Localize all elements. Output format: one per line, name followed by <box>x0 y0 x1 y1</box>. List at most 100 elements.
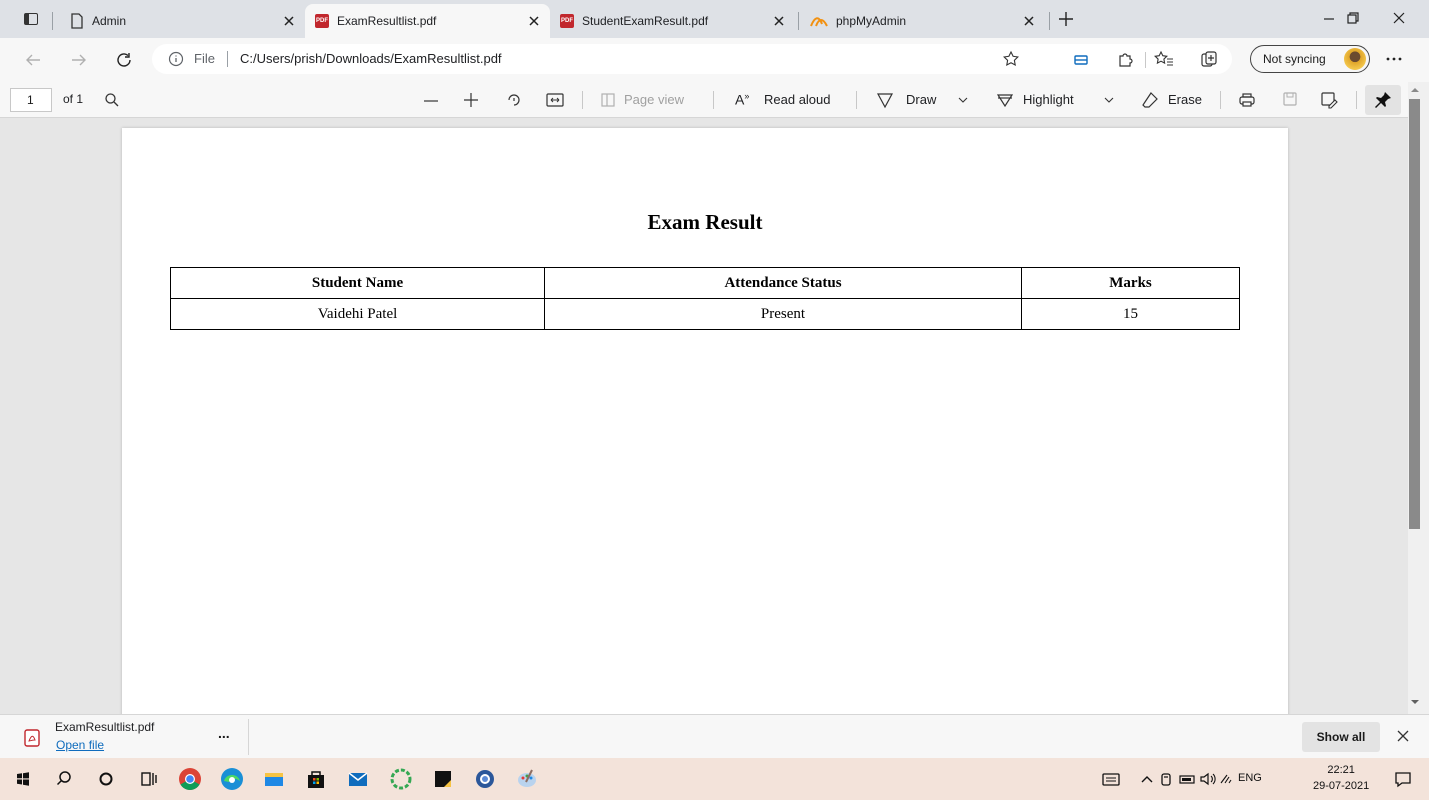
read-aloud-button[interactable]: Read aloud <box>764 92 831 107</box>
table-row: Vaidehi Patel Present 15 <box>170 298 1240 330</box>
close-icon[interactable] <box>771 13 787 29</box>
avatar <box>1344 48 1366 70</box>
zoom-in-icon[interactable] <box>463 92 479 108</box>
page-view-icon <box>601 93 615 107</box>
tab-studentexamresult[interactable]: PDF StudentExamResult.pdf <box>550 4 795 38</box>
pin-toolbar-button[interactable] <box>1365 85 1401 115</box>
windows-start-icon[interactable] <box>10 766 36 792</box>
url-text[interactable]: C:/Users/prish/Downloads/ExamResultlist.… <box>240 51 502 66</box>
search-icon[interactable] <box>104 92 120 108</box>
store-icon[interactable] <box>303 766 329 792</box>
wifi-icon[interactable] <box>1214 766 1240 792</box>
download-more-button[interactable]: ... <box>218 725 230 741</box>
address-bar[interactable]: File C:/Users/prish/Downloads/ExamResult… <box>152 44 1232 74</box>
chevron-down-icon[interactable] <box>1104 96 1114 104</box>
open-file-link[interactable]: Open file <box>56 738 104 752</box>
tab-actions-icon[interactable] <box>24 13 38 25</box>
column-header: Attendance Status <box>544 267 1022 299</box>
highlight-button[interactable]: Highlight <box>1023 92 1074 107</box>
read-aloud-icon: A» <box>735 91 750 108</box>
student-name-cell: Vaidehi Patel <box>170 298 545 330</box>
tab-title: StudentExamResult.pdf <box>582 14 709 28</box>
chevron-down-icon[interactable] <box>958 96 968 104</box>
scroll-down-icon[interactable] <box>1410 698 1420 706</box>
page-number-input[interactable]: 1 <box>10 88 52 112</box>
scrollbar-thumb[interactable] <box>1409 99 1420 529</box>
tab-phpmyadmin[interactable]: phpMyAdmin <box>800 4 1045 38</box>
pdf-icon: PDF <box>560 14 574 28</box>
minimize-icon[interactable] <box>1322 12 1336 26</box>
close-icon[interactable] <box>1021 13 1037 29</box>
toolbar-divider <box>1145 52 1146 68</box>
save-as-icon[interactable] <box>1320 91 1338 109</box>
edge-icon[interactable] <box>219 766 245 792</box>
close-icon[interactable] <box>526 13 542 29</box>
clock[interactable]: 22:21 29-07-2021 <box>1313 762 1369 794</box>
pdf-icon: PDF <box>315 14 329 28</box>
close-icon[interactable] <box>281 13 297 29</box>
profile-sync-button[interactable]: Not syncing <box>1250 45 1370 73</box>
zoom-out-icon[interactable] <box>423 93 439 109</box>
tab-divider <box>798 12 799 30</box>
favorites-icon[interactable] <box>1154 50 1174 68</box>
search-icon[interactable] <box>51 766 77 792</box>
sync-label: Not syncing <box>1263 52 1326 66</box>
sticky-notes-icon[interactable] <box>430 766 456 792</box>
back-icon[interactable] <box>24 52 42 68</box>
column-header: Student Name <box>170 267 545 299</box>
cortana-icon[interactable] <box>93 766 119 792</box>
spinner-app-icon[interactable] <box>388 766 414 792</box>
app-ring-icon[interactable] <box>472 766 498 792</box>
forward-icon[interactable] <box>70 52 88 68</box>
attendance-cell: Present <box>544 298 1022 330</box>
more-icon[interactable] <box>1386 57 1402 61</box>
toolbar-divider <box>713 91 714 109</box>
draw-button[interactable]: Draw <box>906 92 936 107</box>
tab-examresultlist[interactable]: PDF ExamResultlist.pdf <box>305 4 550 38</box>
pdf-viewer[interactable]: Exam Result Student Name Attendance Stat… <box>0 118 1408 714</box>
erase-button[interactable]: Erase <box>1168 92 1202 107</box>
highlight-icon <box>996 94 1014 108</box>
language-indicator[interactable]: ENG <box>1238 772 1262 784</box>
task-view-icon[interactable] <box>135 766 161 792</box>
collections-add-icon[interactable] <box>1200 50 1218 68</box>
file-explorer-icon[interactable] <box>261 766 287 792</box>
tab-strip: Admin PDF ExamResultlist.pdf PDF Student… <box>0 0 1429 38</box>
fit-width-icon[interactable] <box>546 92 564 108</box>
table-header-row: Student Name Attendance Status Marks <box>170 267 1240 299</box>
scroll-up-icon[interactable] <box>1410 86 1420 94</box>
page-number: 1 <box>27 93 34 107</box>
download-item[interactable]: ExamResultlist.pdf Open file ... <box>0 715 248 759</box>
chrome-icon[interactable] <box>177 766 203 792</box>
phpmyadmin-icon <box>810 17 828 27</box>
restore-icon[interactable] <box>1346 11 1360 25</box>
show-all-button[interactable]: Show all <box>1302 722 1380 752</box>
mail-icon[interactable] <box>345 766 371 792</box>
column-header: Marks <box>1021 267 1240 299</box>
print-icon[interactable] <box>1238 91 1256 109</box>
tab-title: phpMyAdmin <box>836 14 907 28</box>
refresh-icon[interactable] <box>115 51 133 69</box>
rotate-icon[interactable] <box>505 91 523 109</box>
close-window-icon[interactable] <box>1392 11 1406 25</box>
clock-date: 29-07-2021 <box>1313 780 1370 792</box>
vertical-scrollbar[interactable] <box>1408 82 1429 714</box>
add-favorite-icon[interactable] <box>1002 50 1020 68</box>
new-tab-icon[interactable] <box>1058 11 1074 27</box>
paint-icon[interactable] <box>514 766 540 792</box>
notification-icon[interactable] <box>1390 766 1416 792</box>
close-icon[interactable] <box>1396 729 1410 743</box>
save-icon <box>1283 92 1297 106</box>
result-table: Student Name Attendance Status Marks Vai… <box>170 267 1240 330</box>
extensions-icon[interactable] <box>1116 50 1134 68</box>
tab-admin[interactable]: Admin <box>60 4 305 38</box>
address-divider <box>227 51 228 67</box>
keyboard-icon[interactable] <box>1098 766 1124 792</box>
scheme-label: File <box>194 51 215 66</box>
pdf-page: Exam Result Student Name Attendance Stat… <box>122 128 1288 714</box>
pdf-toolbar: 1 of 1 Page view A» Read aloud Draw High… <box>0 82 1429 118</box>
tab-divider <box>1049 12 1050 30</box>
collections-icon[interactable] <box>1072 51 1090 69</box>
info-icon[interactable] <box>168 51 184 67</box>
pdf-file-icon <box>24 729 40 747</box>
